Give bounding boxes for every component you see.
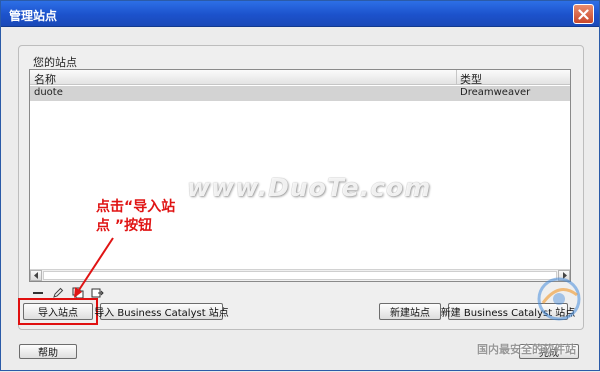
- manage-sites-dialog: 管理站点 您的站点 名称 类型 duote Dreamweaver 导入站点 导…: [0, 0, 600, 371]
- watermark-text: www.DuoTe.com: [187, 173, 432, 202]
- duote-logo-icon: [537, 277, 581, 321]
- watermark-corner-text: 国内最安全的软件站: [477, 343, 576, 356]
